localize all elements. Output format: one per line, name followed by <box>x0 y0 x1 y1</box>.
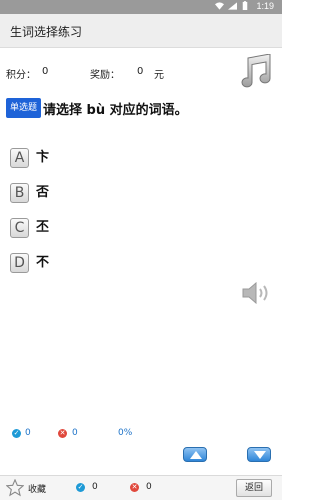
stats-row: ✓ 0 ✕ 0 0% <box>0 428 282 442</box>
option-text: 否 <box>36 185 50 200</box>
cross-icon: ✕ <box>130 483 139 492</box>
option-text: 丕 <box>36 220 50 235</box>
option-letter: C <box>10 218 29 238</box>
app-title-bar: 生词选择练习 <box>0 14 282 48</box>
option-letter: A <box>10 148 29 168</box>
correct-count: 0 <box>25 428 31 438</box>
check-icon: ✓ <box>12 429 21 438</box>
reward-unit: 元 <box>154 70 164 81</box>
score-label: 积分： <box>6 70 36 81</box>
status-time: 1:19 <box>256 1 274 11</box>
wifi-icon <box>214 2 224 10</box>
option-letter: D <box>10 253 29 273</box>
option-c[interactable]: C 丕 <box>10 218 210 240</box>
previous-question-button[interactable] <box>183 447 207 462</box>
signal-icons <box>214 1 248 12</box>
favorite-label[interactable]: 收藏 <box>28 482 46 495</box>
option-d[interactable]: D 不 <box>10 253 210 275</box>
back-button[interactable]: 返回 <box>236 479 272 497</box>
score-value: 0 <box>42 66 49 77</box>
cross-icon: ✕ <box>58 429 67 438</box>
reward-value: 0 <box>137 66 144 77</box>
page-title: 生词选择练习 <box>10 25 83 39</box>
option-text: 不 <box>36 255 50 270</box>
next-question-button[interactable] <box>247 447 271 462</box>
accuracy-percent: 0% <box>118 428 133 438</box>
check-icon: ✓ <box>76 483 85 492</box>
option-letter: B <box>10 183 29 203</box>
option-text: 卞 <box>36 150 50 165</box>
question-text: 请选择 bù 对应的词语。 <box>43 103 188 118</box>
wrong-count: 0 <box>72 428 78 438</box>
music-note-icon[interactable] <box>236 53 274 88</box>
option-b[interactable]: B 否 <box>10 183 210 205</box>
signal-icon <box>228 2 238 10</box>
correct-count: 0 <box>92 482 98 492</box>
bottom-bar: 收藏 ✓ 0 ✕ 0 返回 <box>0 475 282 500</box>
reward-label: 奖励： <box>90 70 120 81</box>
wrong-count: 0 <box>146 482 152 492</box>
battery-icon <box>242 1 248 11</box>
star-icon[interactable] <box>6 479 24 497</box>
speaker-icon[interactable] <box>241 281 271 305</box>
question-row: 单选题 请选择 bù 对应的词语。 <box>6 98 276 120</box>
option-a[interactable]: A 卞 <box>10 148 210 170</box>
status-bar: 1:19 <box>0 0 282 14</box>
triangle-up-icon <box>190 451 202 459</box>
triangle-down-icon <box>254 451 266 459</box>
question-type-badge: 单选题 <box>6 98 42 118</box>
